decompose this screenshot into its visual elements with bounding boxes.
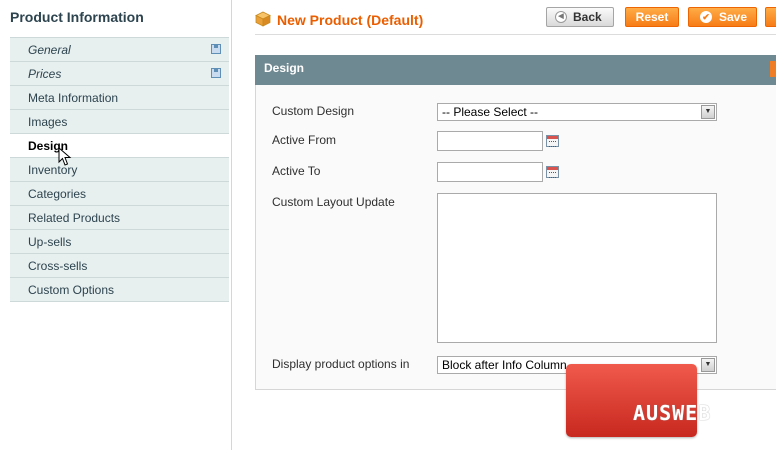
content-header: New Product (Default) ◀ Back Reset ✔ Sav…: [255, 0, 776, 35]
tab-general[interactable]: General: [10, 38, 229, 62]
custom-design-label: Custom Design: [272, 104, 355, 118]
chevron-down-icon: ▼: [701, 358, 715, 372]
tab-label: Up-sells: [28, 235, 72, 249]
save-button[interactable]: ✔ Save: [688, 7, 757, 27]
tab-label: Prices: [28, 67, 62, 81]
tab-cross-sells[interactable]: Cross-sells: [10, 254, 229, 278]
tab-categories[interactable]: Categories: [10, 182, 229, 206]
tab-custom-options[interactable]: Custom Options: [10, 278, 229, 302]
reset-button-label: Reset: [635, 10, 669, 24]
mouse-cursor-icon: [58, 147, 72, 166]
tab-design[interactable]: Design: [10, 134, 229, 158]
display-options-label: Display product options in: [272, 357, 410, 371]
active-to-input[interactable]: [437, 162, 543, 182]
product-tabs: General Prices Meta Information Images D…: [10, 37, 229, 302]
watermark-text: AUSWEB: [633, 401, 712, 425]
custom-layout-update-textarea[interactable]: [437, 193, 717, 343]
tab-label: Related Products: [28, 211, 121, 225]
tab-up-sells[interactable]: Up-sells: [10, 230, 229, 254]
tab-label: Custom Options: [28, 283, 115, 297]
tab-prices[interactable]: Prices: [10, 62, 229, 86]
save-and-continue-button[interactable]: [765, 7, 776, 27]
custom-design-value: -- Please Select --: [442, 105, 539, 119]
reset-button[interactable]: Reset: [625, 7, 679, 27]
tab-label: General: [28, 43, 71, 57]
save-button-label: Save: [719, 10, 748, 24]
tab-label: Meta Information: [28, 91, 119, 105]
product-box-icon: [255, 11, 271, 27]
changed-icon: [211, 68, 221, 78]
tab-inventory[interactable]: Inventory: [10, 158, 229, 182]
main-content: New Product (Default) ◀ Back Reset ✔ Sav…: [255, 0, 776, 450]
display-options-value: Block after Info Column: [442, 358, 567, 372]
tab-related-products[interactable]: Related Products: [10, 206, 229, 230]
section-toggle-icon[interactable]: [770, 61, 776, 77]
tab-images[interactable]: Images: [10, 110, 229, 134]
active-from-label: Active From: [272, 133, 337, 147]
changed-icon: [211, 44, 221, 54]
section-title: Design: [264, 61, 305, 75]
design-fieldset: Custom Design -- Please Select -- ▼ Acti…: [255, 85, 776, 390]
page-title: New Product (Default): [277, 12, 424, 28]
sidebar: Product Information General Prices Meta …: [0, 0, 232, 450]
checkmark-icon: ✔: [700, 11, 712, 23]
back-button-label: Back: [573, 10, 602, 24]
section-header: Design: [255, 55, 776, 85]
tab-label: Images: [28, 115, 68, 129]
calendar-icon[interactable]: [546, 135, 559, 147]
back-button[interactable]: ◀ Back: [546, 7, 614, 27]
custom-layout-update-label: Custom Layout Update: [272, 195, 395, 209]
sidebar-title: Product Information: [10, 9, 144, 25]
tab-meta-information[interactable]: Meta Information: [10, 86, 229, 110]
custom-design-select[interactable]: -- Please Select -- ▼: [437, 103, 717, 121]
calendar-icon[interactable]: [546, 166, 559, 178]
tab-label: Categories: [28, 187, 87, 201]
active-from-input[interactable]: [437, 131, 543, 151]
active-to-label: Active To: [272, 164, 321, 178]
back-arrow-icon: ◀: [555, 11, 567, 23]
tab-label: Cross-sells: [28, 259, 88, 273]
chevron-down-icon: ▼: [701, 105, 715, 119]
